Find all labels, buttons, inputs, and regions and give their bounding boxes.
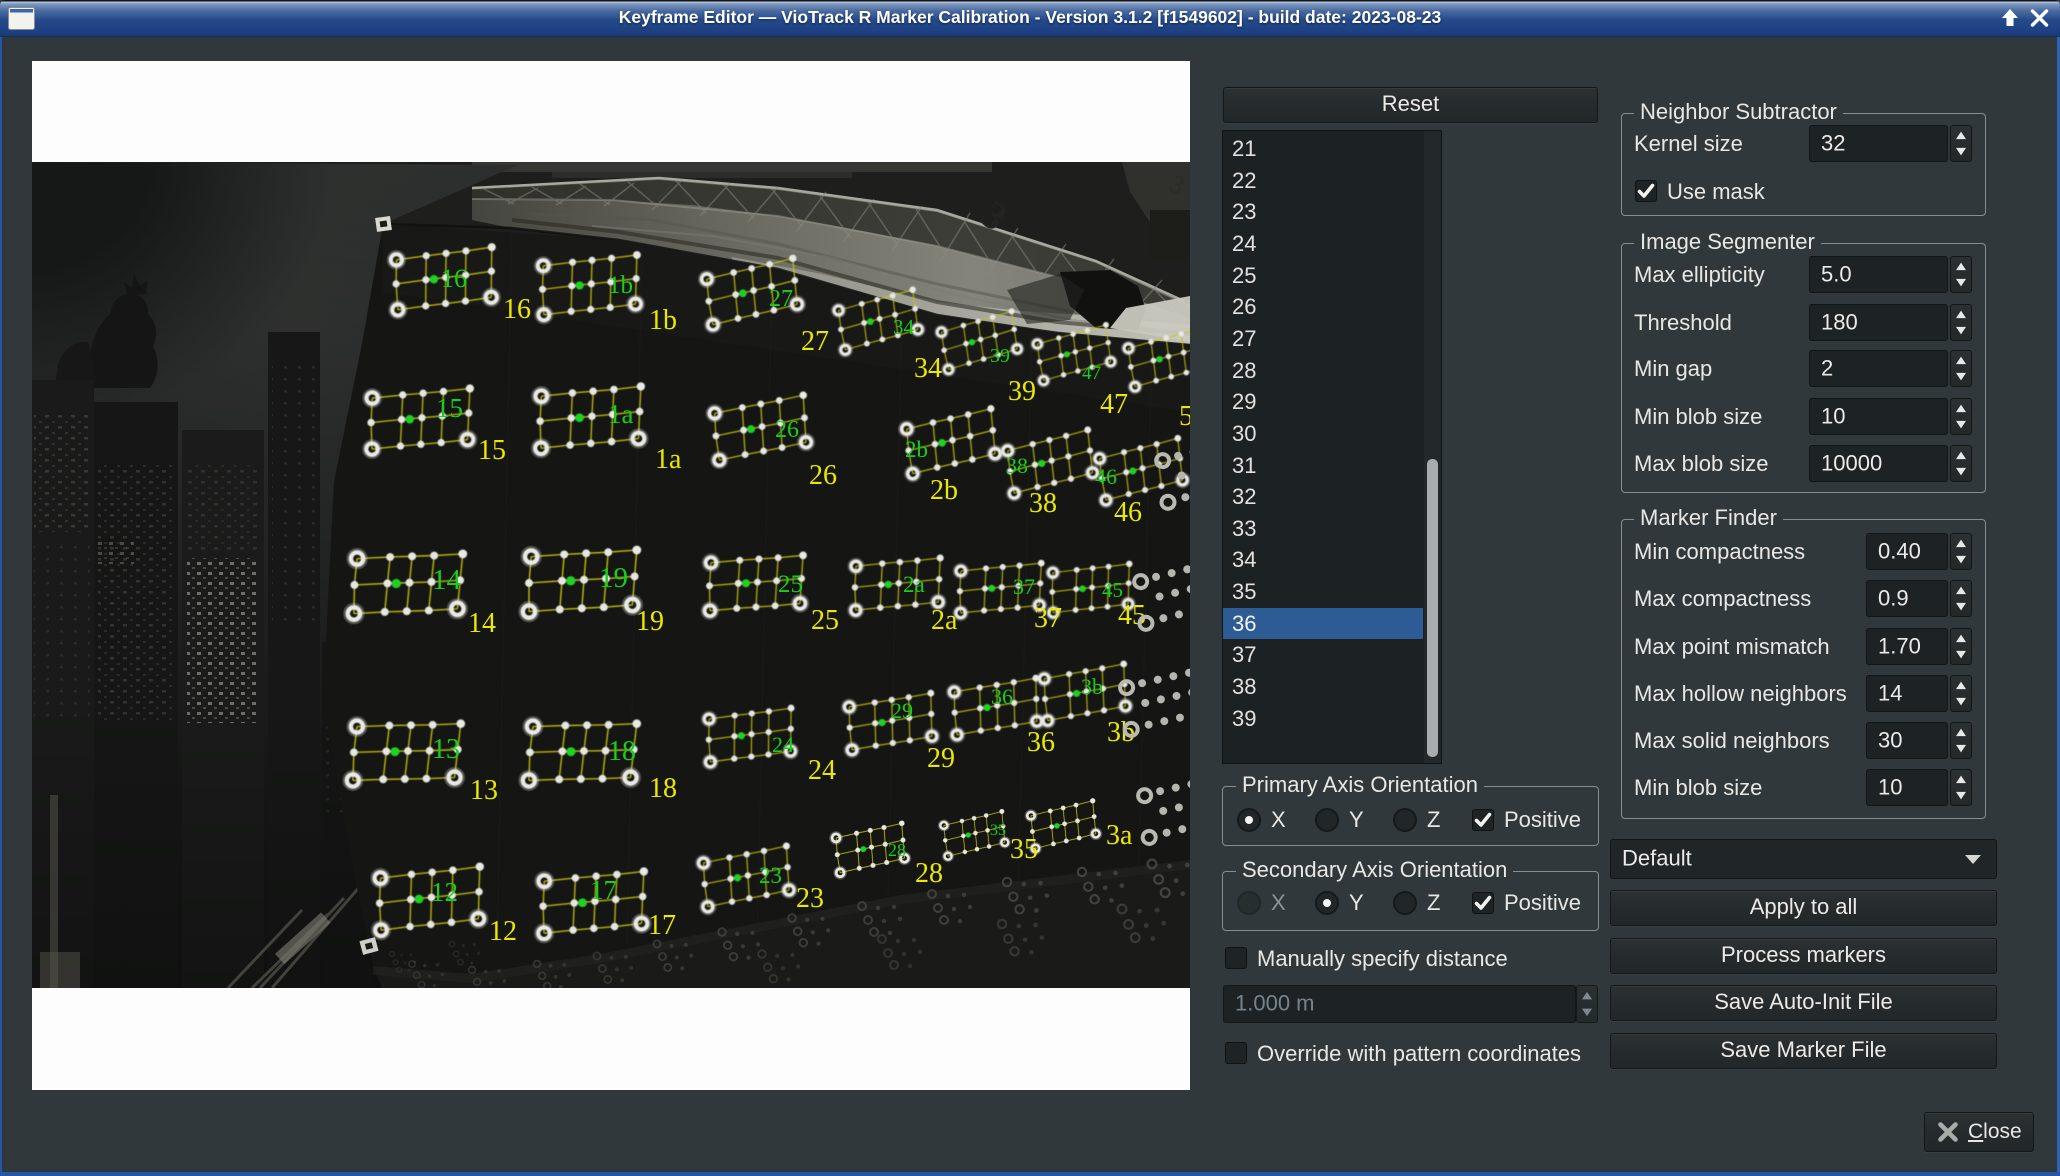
svg-text:3b: 3b: [1081, 674, 1103, 699]
svg-text:2a: 2a: [931, 605, 958, 636]
svg-text:37: 37: [1013, 574, 1035, 599]
svg-text:39: 39: [990, 345, 1010, 367]
svg-text:38: 38: [1029, 488, 1057, 519]
svg-text:28: 28: [888, 840, 906, 860]
svg-text:15: 15: [436, 393, 463, 423]
svg-text:39: 39: [1008, 376, 1036, 407]
svg-text:38: 38: [1006, 453, 1028, 478]
svg-text:1a: 1a: [655, 444, 682, 475]
svg-text:1a: 1a: [608, 399, 634, 429]
svg-text:36: 36: [991, 684, 1013, 709]
svg-text:24: 24: [772, 732, 794, 757]
svg-text:17: 17: [648, 910, 676, 941]
svg-text:16: 16: [441, 264, 467, 293]
svg-text:25: 25: [811, 605, 839, 636]
svg-text:28: 28: [915, 858, 943, 889]
svg-text:1b: 1b: [608, 272, 633, 299]
svg-text:13: 13: [432, 734, 460, 765]
svg-text:18: 18: [649, 773, 677, 804]
svg-text:46: 46: [1095, 464, 1117, 489]
svg-text:2b: 2b: [905, 437, 928, 462]
svg-text:47: 47: [1082, 363, 1101, 384]
svg-text:14: 14: [432, 564, 462, 596]
svg-text:19: 19: [599, 562, 628, 594]
svg-text:17: 17: [590, 875, 617, 905]
svg-text:13: 13: [470, 775, 498, 806]
svg-text:23: 23: [796, 883, 824, 914]
svg-text:2a: 2a: [903, 572, 925, 597]
svg-text:36: 36: [1027, 727, 1055, 758]
svg-text:3a: 3a: [1106, 820, 1133, 851]
svg-text:12: 12: [489, 916, 517, 947]
svg-text:23: 23: [759, 863, 782, 888]
svg-text:15: 15: [478, 435, 506, 466]
svg-text:34: 34: [893, 315, 915, 339]
svg-text:29: 29: [891, 698, 913, 723]
svg-text:47: 47: [1100, 389, 1128, 420]
svg-text:46: 46: [1114, 497, 1142, 528]
svg-text:27: 27: [769, 286, 793, 312]
svg-text:16: 16: [503, 294, 531, 325]
svg-text:56: 56: [1179, 401, 1190, 432]
svg-text:45: 45: [1102, 578, 1123, 602]
svg-text:2b: 2b: [930, 475, 958, 506]
svg-text:27: 27: [801, 326, 829, 357]
svg-text:24: 24: [808, 755, 836, 786]
svg-text:12: 12: [431, 877, 458, 907]
svg-text:34: 34: [914, 353, 942, 384]
svg-text:18: 18: [608, 736, 636, 767]
svg-text:26: 26: [809, 460, 837, 491]
svg-text:14: 14: [468, 608, 496, 639]
svg-text:25: 25: [778, 571, 803, 598]
svg-text:1b: 1b: [649, 305, 677, 336]
svg-text:26: 26: [775, 417, 799, 443]
svg-text:19: 19: [636, 606, 664, 637]
svg-text:29: 29: [927, 743, 955, 774]
svg-text:37: 37: [1034, 603, 1062, 634]
svg-text:35: 35: [1010, 834, 1038, 865]
svg-text:35: 35: [990, 822, 1006, 839]
